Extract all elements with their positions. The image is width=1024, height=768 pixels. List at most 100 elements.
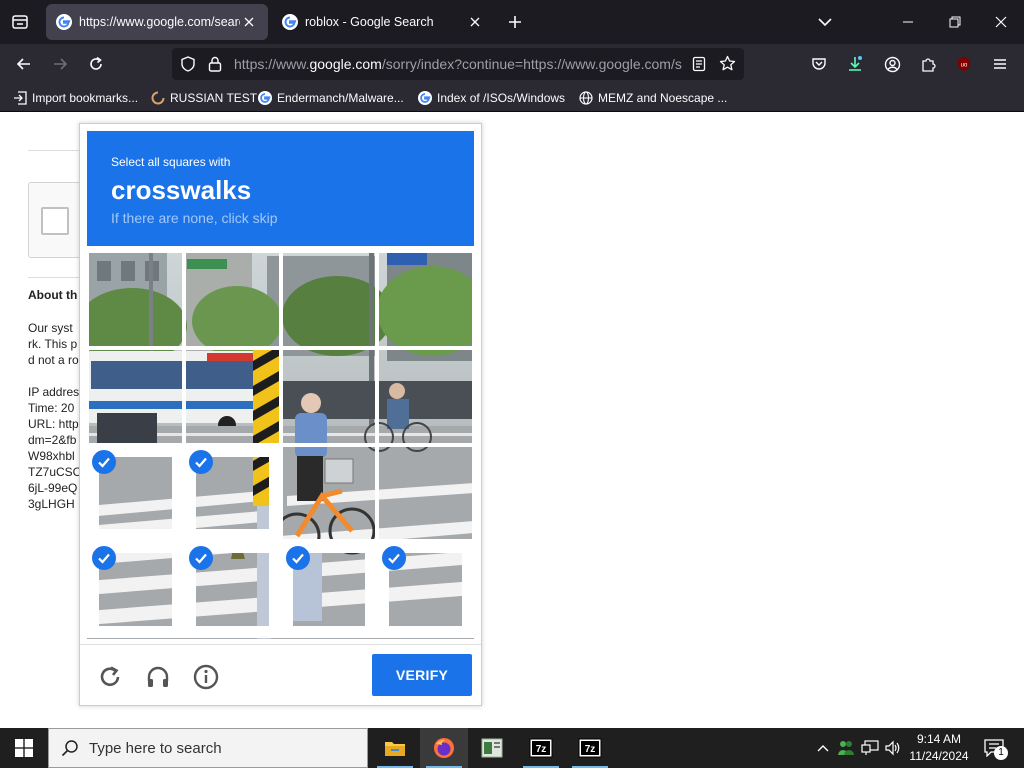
captcha-tile[interactable] — [280, 541, 378, 638]
info-icon — [193, 664, 219, 690]
lock-icon[interactable] — [208, 56, 222, 72]
taskbar-app-window[interactable] — [468, 728, 516, 768]
checkmark-icon — [382, 546, 407, 571]
extensions-button[interactable] — [914, 50, 942, 78]
restore-button[interactable] — [940, 8, 970, 36]
address-bar[interactable]: https://www.google.com/sorry/index?conti… — [172, 48, 744, 80]
people-icon — [838, 741, 854, 755]
7zip-icon: 7z — [529, 738, 553, 758]
show-hidden-icons-button[interactable] — [813, 738, 833, 758]
tab-title: roblox - Google Search — [305, 15, 434, 29]
downloads-button[interactable] — [841, 50, 869, 78]
reader-view-icon[interactable] — [692, 56, 706, 72]
headphones-icon — [147, 666, 169, 687]
page-detail-line: Time: 20 — [28, 401, 75, 415]
firefox-icon — [434, 738, 454, 758]
tab-bar: https://www.google.com/searc roblox - Go… — [0, 0, 1024, 44]
windows-logo-icon — [15, 739, 33, 757]
captcha-tile[interactable] — [87, 541, 184, 638]
close-icon — [995, 16, 1007, 28]
captcha-tile[interactable] — [183, 347, 281, 445]
arrow-right-icon — [54, 58, 68, 70]
star-icon[interactable] — [719, 55, 736, 72]
arrow-left-icon — [16, 58, 30, 70]
recaptcha-checkbox[interactable] — [41, 207, 69, 235]
checkmark-icon — [188, 546, 213, 571]
captcha-tile[interactable] — [377, 541, 474, 638]
verify-button[interactable]: VERIFY — [372, 654, 472, 696]
tab-roblox-search[interactable]: roblox - Google Search — [272, 4, 494, 40]
footer-divider — [80, 644, 481, 645]
bookmark-item[interactable]: MEMZ and Noescape ... — [578, 90, 727, 106]
tray-app-icon[interactable] — [836, 738, 856, 758]
help-button[interactable] — [190, 661, 222, 693]
tab-list-icon — [12, 15, 28, 29]
url-host: google.com — [309, 56, 382, 72]
captcha-tile[interactable] — [183, 444, 281, 542]
plus-icon — [509, 16, 521, 28]
menu-button[interactable] — [986, 50, 1014, 78]
svg-text:7z: 7z — [585, 744, 596, 755]
minimize-button[interactable] — [893, 8, 923, 36]
start-button[interactable] — [0, 728, 48, 768]
bookmark-item[interactable]: RUSSIAN TEST — [150, 90, 257, 106]
url-prefix: https://www. — [234, 56, 310, 72]
bookmark-item[interactable]: Import bookmarks... — [12, 90, 138, 106]
forward-button[interactable] — [46, 50, 74, 78]
captcha-tile[interactable] — [280, 347, 378, 445]
tab-list-button[interactable] — [6, 8, 34, 36]
pocket-button[interactable] — [805, 50, 833, 78]
bookmark-item[interactable]: Endermanch/Malware... — [257, 90, 404, 106]
clock-time: 9:14 AM — [916, 732, 962, 746]
minimize-icon — [903, 21, 913, 23]
checkmark-icon — [92, 449, 116, 474]
audio-challenge-button[interactable] — [142, 661, 174, 693]
list-all-tabs-button[interactable] — [810, 8, 840, 36]
restore-icon — [949, 16, 961, 28]
taskbar-search-box[interactable]: Type here to search — [48, 728, 368, 768]
page-detail-line: 3gLHGH — [28, 497, 75, 511]
hamburger-icon — [994, 59, 1006, 69]
captcha-tile[interactable] — [280, 251, 378, 348]
captcha-tile[interactable] — [183, 251, 281, 348]
new-tab-button[interactable] — [502, 9, 528, 35]
captcha-tile[interactable] — [87, 444, 184, 542]
volume-button[interactable] — [883, 738, 903, 758]
bookmark-item[interactable]: Index of /ISOs/Windows — [417, 90, 565, 106]
captcha-tile[interactable] — [87, 251, 184, 348]
taskbar-file-explorer[interactable] — [371, 728, 419, 768]
reload-button[interactable] — [82, 50, 110, 78]
captcha-tile[interactable] — [377, 444, 474, 542]
network-button[interactable] — [860, 738, 880, 758]
pocket-icon — [812, 58, 826, 70]
reload-challenge-button[interactable] — [94, 661, 126, 693]
url-text[interactable]: https://www.google.com/sorry/index?conti… — [234, 56, 692, 74]
captcha-tile[interactable] — [87, 347, 184, 445]
account-button[interactable] — [878, 50, 906, 78]
back-button[interactable] — [10, 50, 38, 78]
shield-icon[interactable] — [180, 56, 196, 72]
captcha-tile[interactable] — [183, 541, 281, 638]
captcha-tile[interactable] — [280, 444, 378, 542]
taskbar-7zip[interactable]: 7z — [566, 728, 614, 768]
taskbar-7zip[interactable]: 7z — [517, 728, 565, 768]
ublock-button[interactable]: uo — [950, 50, 978, 78]
speaker-icon — [885, 740, 900, 756]
svg-text:7z: 7z — [536, 744, 547, 755]
page-paragraph-line: d not a ro — [28, 353, 79, 367]
captcha-tile[interactable] — [377, 347, 474, 445]
close-window-button[interactable] — [986, 8, 1016, 36]
bookmark-label: Endermanch/Malware... — [277, 91, 404, 105]
page-detail-line: 6jL-99eQ — [28, 481, 78, 495]
page-detail-line: dm=2&fb — [28, 433, 77, 447]
action-center-button[interactable]: 1 — [980, 736, 1008, 760]
tab-close-button[interactable] — [466, 13, 484, 31]
tab-google-sorry[interactable]: https://www.google.com/searc — [46, 4, 268, 40]
taskbar-firefox[interactable] — [420, 728, 468, 768]
system-clock[interactable]: 9:14 AM 11/24/2024 — [906, 731, 972, 765]
account-icon — [884, 56, 900, 72]
google-icon — [258, 91, 272, 105]
captcha-tile[interactable] — [377, 251, 474, 348]
search-icon — [61, 740, 78, 757]
tab-close-button[interactable] — [240, 13, 258, 31]
